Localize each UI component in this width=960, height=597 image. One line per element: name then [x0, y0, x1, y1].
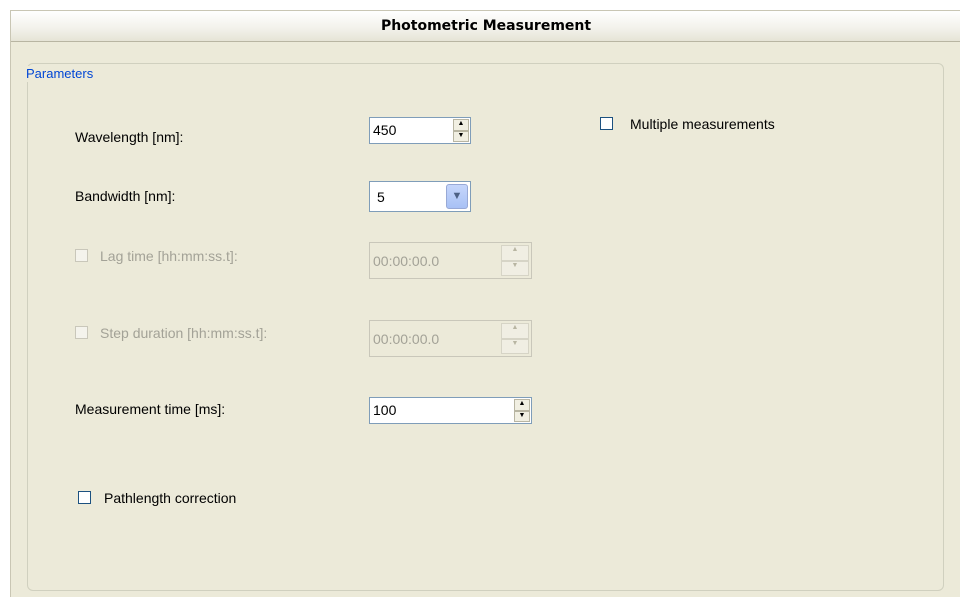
- lag-time-spin-buttons: ▲ ▼: [501, 245, 529, 276]
- wavelength-spinbox[interactable]: 450 ▲ ▼: [369, 117, 471, 144]
- step-duration-input[interactable]: 00:00:00.0 ▲ ▼: [369, 320, 532, 357]
- multiple-measurements-checkbox[interactable]: [600, 117, 613, 130]
- spin-down-icon[interactable]: ▼: [453, 130, 469, 142]
- window-title: Photometric Measurement: [11, 11, 960, 42]
- pathlength-correction-checkbox[interactable]: [78, 491, 91, 504]
- measurement-time-spin-buttons: ▲ ▼: [514, 399, 530, 422]
- spin-up-icon[interactable]: ▲: [501, 323, 529, 339]
- spin-up-icon[interactable]: ▲: [453, 119, 469, 131]
- lag-time-checkbox[interactable]: [75, 249, 88, 262]
- wavelength-value: 450: [373, 122, 397, 138]
- spin-up-icon[interactable]: ▲: [514, 399, 530, 411]
- lag-time-value: 00:00:00.0: [373, 253, 440, 269]
- spin-down-icon[interactable]: ▼: [514, 410, 530, 422]
- step-duration-checkbox[interactable]: [75, 326, 88, 339]
- spin-down-icon[interactable]: ▼: [501, 260, 529, 276]
- lag-time-input[interactable]: 00:00:00.0 ▲ ▼: [369, 242, 532, 279]
- measurement-time-spinbox[interactable]: 100 ▲ ▼: [369, 397, 532, 424]
- spin-up-icon[interactable]: ▲: [501, 245, 529, 261]
- lag-time-label: Lag time [hh:mm:ss.t]:: [100, 248, 238, 264]
- pathlength-correction-label: Pathlength correction: [104, 490, 237, 506]
- chevron-down-icon[interactable]: ▼: [446, 184, 468, 209]
- step-duration-spin-buttons: ▲ ▼: [501, 323, 529, 354]
- step-duration-label: Step duration [hh:mm:ss.t]:: [100, 325, 268, 341]
- wavelength-label: Wavelength [nm]:: [75, 129, 184, 145]
- multiple-measurements-label: Multiple measurements: [630, 116, 775, 132]
- bandwidth-dropdown[interactable]: 5 ▼: [369, 181, 471, 212]
- wavelength-spin-buttons: ▲ ▼: [453, 119, 469, 142]
- bandwidth-label: Bandwidth [nm]:: [75, 188, 176, 204]
- spin-down-icon[interactable]: ▼: [501, 338, 529, 354]
- measurement-time-value: 100: [373, 402, 397, 418]
- parameters-group-legend: Parameters: [24, 66, 96, 82]
- bandwidth-selected-value: 5: [377, 189, 385, 205]
- measurement-time-label: Measurement time [ms]:: [75, 401, 226, 417]
- step-duration-value: 00:00:00.0: [373, 331, 440, 347]
